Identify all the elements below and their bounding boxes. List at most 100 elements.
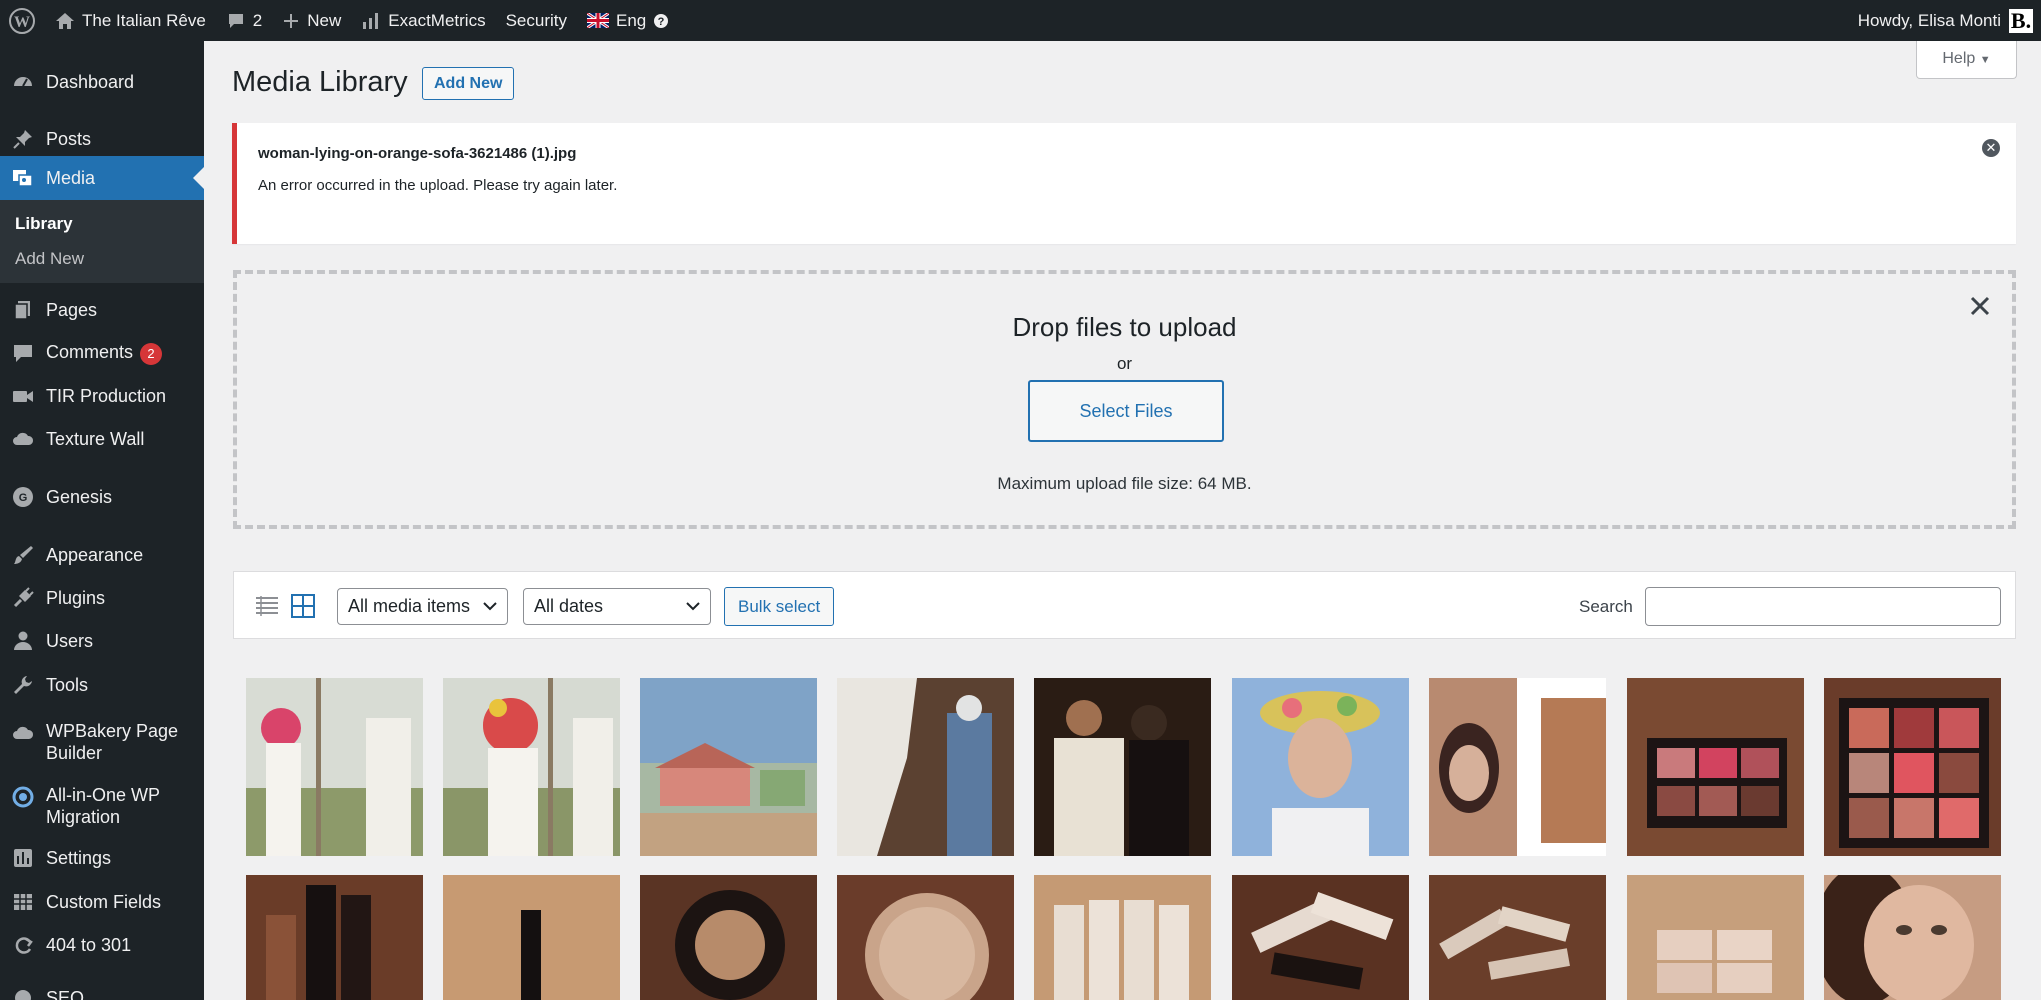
- add-new-button[interactable]: Add New: [422, 67, 515, 100]
- sidebar-item-tools[interactable]: Tools: [0, 668, 204, 702]
- sidebar-item-settings[interactable]: Settings: [0, 841, 204, 875]
- media-thumbnail[interactable]: [640, 678, 817, 856]
- sidebar-item-comments[interactable]: Comments 2: [0, 336, 204, 370]
- dismiss-icon[interactable]: ✕: [1982, 139, 2000, 157]
- date-value: All dates: [534, 596, 604, 616]
- eyeshadow-palette-image: [1627, 678, 1804, 856]
- media-thumbnail[interactable]: [1034, 875, 1211, 1000]
- comments-link[interactable]: 2: [216, 0, 272, 41]
- help-tab-button[interactable]: Help ▼: [1916, 41, 2017, 79]
- flower-crown-girls-image: [443, 678, 620, 856]
- security-link[interactable]: Security: [496, 0, 577, 41]
- media-thumbnail[interactable]: [837, 678, 1014, 856]
- media-thumbnail[interactable]: [640, 875, 817, 1000]
- sidebar-item-appearance[interactable]: Appearance: [0, 538, 204, 572]
- video-icon: [11, 384, 35, 408]
- woman-face-image: [1824, 875, 2001, 1000]
- upload-dropzone[interactable]: Drop files to upload or Select Files Max…: [233, 270, 2016, 529]
- error-filename: woman-lying-on-orange-sofa-3621486 (1).j…: [258, 145, 577, 162]
- media-thumbnail[interactable]: [1232, 875, 1409, 1000]
- sidebar-item-label: Users: [46, 631, 94, 651]
- sidebar-item-404-to-301[interactable]: 404 to 301: [0, 928, 204, 962]
- sidebar-item-label: Posts: [46, 129, 92, 149]
- sidebar-item-wpbakery[interactable]: WPBakery Page Builder: [0, 717, 204, 767]
- tubes-pile-image: [1429, 875, 1606, 1000]
- sidebar-item-genesis[interactable]: G Genesis: [0, 480, 204, 514]
- select-files-button[interactable]: Select Files: [1028, 380, 1224, 442]
- bulk-select-button[interactable]: Bulk select: [724, 587, 835, 626]
- home-icon: [56, 12, 74, 29]
- chevron-down-icon: [686, 602, 700, 611]
- error-message: An error occurred in the upload. Please …: [258, 177, 618, 194]
- my-account[interactable]: Howdy, Elisa Monti B.: [1858, 8, 2041, 33]
- new-content-link[interactable]: New: [272, 0, 351, 41]
- svg-text:?: ?: [658, 16, 665, 28]
- sidebar-item-label: Texture Wall: [46, 429, 145, 449]
- sidebar-item-pages[interactable]: Pages: [0, 293, 204, 327]
- language-switcher[interactable]: Eng ?: [577, 0, 679, 41]
- media-type-filter[interactable]: All media items: [337, 588, 508, 625]
- media-thumbnail[interactable]: [1627, 678, 1804, 856]
- sidebar-item-texture-wall[interactable]: Texture Wall: [0, 422, 204, 456]
- max-upload-size: Maximum upload file size: 64 MB.: [997, 474, 1252, 493]
- flower-crown-portrait-image: [1232, 678, 1409, 856]
- sidebar-item-dashboard[interactable]: Dashboard: [0, 65, 204, 99]
- sidebar-item-seo[interactable]: SEO: [0, 981, 204, 1000]
- comments-badge: 2: [140, 342, 163, 365]
- list-view-icon[interactable]: [254, 594, 280, 618]
- sidebar-item-label: Dashboard: [46, 72, 135, 92]
- media-thumbnail[interactable]: [1429, 678, 1606, 856]
- media-thumbnail[interactable]: [1627, 875, 1804, 1000]
- sidebar-item-tir-production[interactable]: TIR Production: [0, 379, 204, 413]
- powder-jar-image: [640, 875, 817, 1000]
- media-thumbnail[interactable]: [1824, 875, 2001, 1000]
- sidebar-item-custom-fields[interactable]: Custom Fields: [0, 885, 204, 919]
- woman-portrait-collage-image: [1429, 678, 1606, 856]
- wordpress-logo-icon[interactable]: W: [0, 0, 45, 41]
- language-label: Eng: [616, 10, 647, 30]
- sidebar-item-plugins[interactable]: Plugins: [0, 581, 204, 615]
- media-thumbnail[interactable]: [1429, 875, 1606, 1000]
- sidebar-item-label: Genesis: [46, 487, 113, 507]
- settings-icon: [11, 846, 35, 870]
- grid-view-icon[interactable]: [290, 594, 316, 618]
- sidebar-item-users[interactable]: Users: [0, 624, 204, 658]
- cloud-icon: [11, 721, 35, 745]
- sidebar-item-media[interactable]: Media: [0, 156, 204, 200]
- sidebar-item-label: Tools: [46, 675, 89, 695]
- date-filter[interactable]: All dates: [523, 588, 711, 625]
- sidebar-item-label: Appearance: [46, 545, 144, 565]
- exactmetrics-label: ExactMetrics: [388, 10, 486, 30]
- dancing-couple-image: [1034, 678, 1211, 856]
- site-name-link[interactable]: The Italian Rêve: [45, 0, 216, 41]
- sidebar-item-label: Pages: [46, 300, 98, 320]
- chevron-down-icon: [483, 602, 497, 611]
- new-label: New: [307, 10, 342, 30]
- media-thumbnail[interactable]: [443, 678, 620, 856]
- admin-bar: W The Italian Rêve 2 New ExactMetrics Se…: [0, 0, 2041, 41]
- comments-count: 2: [252, 10, 263, 30]
- sidebar-item-posts[interactable]: Posts: [0, 122, 204, 156]
- user-icon: [11, 629, 35, 653]
- media-thumbnail[interactable]: [246, 678, 423, 856]
- media-thumbnail[interactable]: [246, 875, 423, 1000]
- media-thumbnail[interactable]: [443, 875, 620, 1000]
- wrench-icon: [11, 673, 35, 697]
- comment-icon: [228, 13, 243, 28]
- redirect-icon: [11, 933, 35, 957]
- sidebar-item-all-in-one-migration[interactable]: All-in-One WP Migration: [0, 781, 204, 831]
- submenu-add-new[interactable]: Add New: [15, 249, 84, 269]
- media-thumbnail[interactable]: [837, 875, 1014, 1000]
- help-label: Help: [1942, 50, 1976, 67]
- media-thumbnail[interactable]: [1034, 678, 1211, 856]
- admin-sidebar: Dashboard Posts Media Library Add New Pa…: [0, 41, 204, 1000]
- exactmetrics-link[interactable]: ExactMetrics: [351, 0, 495, 41]
- submenu-library[interactable]: Library: [15, 214, 73, 234]
- pink-house-image: [640, 678, 817, 856]
- media-thumbnail[interactable]: [1232, 678, 1409, 856]
- search-input[interactable]: [1645, 587, 2001, 626]
- bar-chart-icon: [363, 12, 379, 29]
- media-thumbnail[interactable]: [1824, 678, 2001, 856]
- search-label: Search: [1579, 597, 1633, 616]
- site-name: The Italian Rêve: [82, 10, 206, 30]
